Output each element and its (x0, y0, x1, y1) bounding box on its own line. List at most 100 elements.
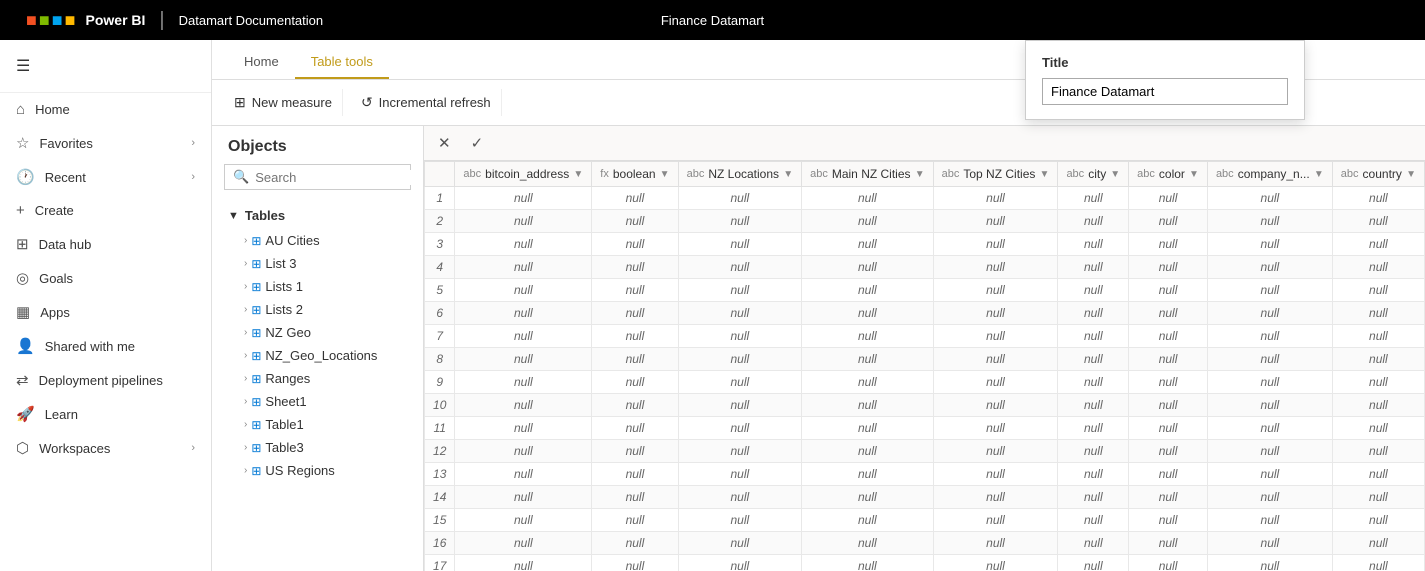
incremental-refresh-icon: ↺ (361, 94, 373, 111)
table-icon: ⊞ (251, 372, 261, 386)
table-cell: null (678, 440, 802, 463)
confirm-button[interactable]: ✓ (465, 132, 490, 154)
table-cell: null (455, 325, 592, 348)
col-header-nz-locations[interactable]: abc NZ Locations ▼ (678, 162, 802, 187)
col-header-city[interactable]: abc city ▼ (1058, 162, 1129, 187)
col-type-icon: abc (810, 168, 828, 180)
table-cell: null (802, 371, 934, 394)
row-number: 10 (425, 394, 455, 417)
col-header-boolean[interactable]: fx boolean ▼ (592, 162, 678, 187)
sidebar-item-home[interactable]: ⌂ Home (0, 93, 211, 126)
tree-item-table1[interactable]: › ⊞ Table1 (212, 413, 423, 436)
table-cell: null (802, 486, 934, 509)
tree-item-us-regions[interactable]: › ⊞ US Regions (212, 459, 423, 482)
tab-home[interactable]: Home (228, 46, 295, 79)
tab-table-tools[interactable]: Table tools (295, 46, 389, 79)
title-input[interactable] (1042, 78, 1288, 105)
table-cell: null (678, 302, 802, 325)
search-icon: 🔍 (233, 169, 249, 185)
objects-search[interactable]: 🔍 (224, 164, 411, 190)
tree-chevron-icon: › (244, 419, 247, 430)
col-dropdown-icon[interactable]: ▼ (783, 169, 793, 180)
col-dropdown-icon[interactable]: ▼ (1040, 169, 1050, 180)
row-number: 12 (425, 440, 455, 463)
discard-button[interactable]: ✕ (432, 132, 457, 154)
table-cell: null (1058, 233, 1129, 256)
col-dropdown-icon[interactable]: ▼ (1406, 169, 1416, 180)
sidebar-item-recent[interactable]: 🕐 Recent › (0, 160, 211, 194)
tree-item-ranges[interactable]: › ⊞ Ranges (212, 367, 423, 390)
tree-chevron-icon: › (244, 442, 247, 453)
sidebar-item-apps[interactable]: ▦ Apps (0, 295, 211, 329)
table-icon: ⊞ (251, 234, 261, 248)
sidebar-item-data-hub[interactable]: ⊞ Data hub (0, 227, 211, 261)
sidebar-item-home-label: Home (35, 102, 195, 117)
tree-item-au-cities[interactable]: › ⊞ AU Cities (212, 229, 423, 252)
col-header-main-nz-cities[interactable]: abc Main NZ Cities ▼ (802, 162, 934, 187)
col-type-icon: abc (1066, 168, 1084, 180)
sidebar-item-learn[interactable]: 🚀 Learn (0, 397, 211, 431)
table-icon: ⊞ (251, 464, 261, 478)
table-cell: null (1058, 302, 1129, 325)
powerbi-label: Power BI (86, 12, 146, 28)
col-header-country[interactable]: abc country ▼ (1332, 162, 1424, 187)
table-cell: null (1129, 532, 1208, 555)
tables-section-header[interactable]: ▼ Tables (212, 202, 423, 229)
col-dropdown-icon[interactable]: ▼ (573, 169, 583, 180)
table-cell: null (455, 187, 592, 210)
incremental-refresh-button[interactable]: ↺ Incremental refresh (351, 89, 502, 116)
col-dropdown-icon[interactable]: ▼ (1110, 169, 1120, 180)
table-cell: null (802, 555, 934, 571)
table-cell: null (1207, 394, 1332, 417)
table-cell: null (1129, 417, 1208, 440)
col-header-company-n[interactable]: abc company_n... ▼ (1207, 162, 1332, 187)
tree-item-nz-geo[interactable]: › ⊞ NZ Geo (212, 321, 423, 344)
tree-item-table3[interactable]: › ⊞ Table3 (212, 436, 423, 459)
sidebar-item-goals[interactable]: ◎ Goals (0, 261, 211, 295)
table-cell: null (1129, 325, 1208, 348)
table-cell: null (455, 486, 592, 509)
table-cell: null (1207, 279, 1332, 302)
sidebar-item-favorites[interactable]: ☆ Favorites › (0, 126, 211, 160)
table-cell: null (1332, 325, 1424, 348)
table-cell: null (592, 394, 678, 417)
sidebar-item-shared[interactable]: 👤 Shared with me (0, 329, 211, 363)
tree-item-lists1[interactable]: › ⊞ Lists 1 (212, 275, 423, 298)
col-header-color[interactable]: abc color ▼ (1129, 162, 1208, 187)
col-dropdown-icon[interactable]: ▼ (660, 169, 670, 180)
col-label: bitcoin_address (485, 167, 569, 181)
sidebar-item-workspaces[interactable]: ⬡ Workspaces › (0, 431, 211, 465)
table-row: 9nullnullnullnullnullnullnullnullnull (425, 371, 1425, 394)
sidebar-item-deployment[interactable]: ⇄ Deployment pipelines (0, 363, 211, 397)
data-table: abc bitcoin_address ▼ fx boolean ▼ (424, 161, 1425, 571)
table-cell: null (933, 440, 1058, 463)
table-cell: null (1207, 532, 1332, 555)
table-cell: null (802, 440, 934, 463)
col-dropdown-icon[interactable]: ▼ (1314, 169, 1324, 180)
col-dropdown-icon[interactable]: ▼ (1189, 169, 1199, 180)
sidebar-item-create[interactable]: + Create (0, 194, 211, 227)
col-header-bitcoin-address[interactable]: abc bitcoin_address ▼ (455, 162, 592, 187)
objects-section-tables: ▼ Tables › ⊞ AU Cities › ⊞ List 3 › (212, 198, 423, 486)
tree-chevron-icon: › (244, 465, 247, 476)
table-cell: null (592, 555, 678, 571)
col-header-top-nz-cities[interactable]: abc Top NZ Cities ▼ (933, 162, 1058, 187)
hamburger-button[interactable]: ☰ (0, 48, 211, 84)
tree-item-label: Table1 (265, 417, 303, 432)
table-row: 10nullnullnullnullnullnullnullnullnull (425, 394, 1425, 417)
tree-item-list3[interactable]: › ⊞ List 3 (212, 252, 423, 275)
table-row: 11nullnullnullnullnullnullnullnullnull (425, 417, 1425, 440)
tree-chevron-icon: › (244, 304, 247, 315)
tree-chevron-icon: › (244, 281, 247, 292)
table-cell: null (678, 256, 802, 279)
search-input[interactable] (255, 170, 424, 185)
table-row: 17nullnullnullnullnullnullnullnullnull (425, 555, 1425, 571)
table-cell: null (455, 256, 592, 279)
new-measure-button[interactable]: ⊞ New measure (224, 89, 343, 116)
tree-item-sheet1[interactable]: › ⊞ Sheet1 (212, 390, 423, 413)
table-cell: null (1129, 371, 1208, 394)
tree-item-nz-geo-locations[interactable]: › ⊞ NZ_Geo_Locations (212, 344, 423, 367)
col-dropdown-icon[interactable]: ▼ (915, 169, 925, 180)
tree-item-lists2[interactable]: › ⊞ Lists 2 (212, 298, 423, 321)
table-cell: null (1058, 325, 1129, 348)
